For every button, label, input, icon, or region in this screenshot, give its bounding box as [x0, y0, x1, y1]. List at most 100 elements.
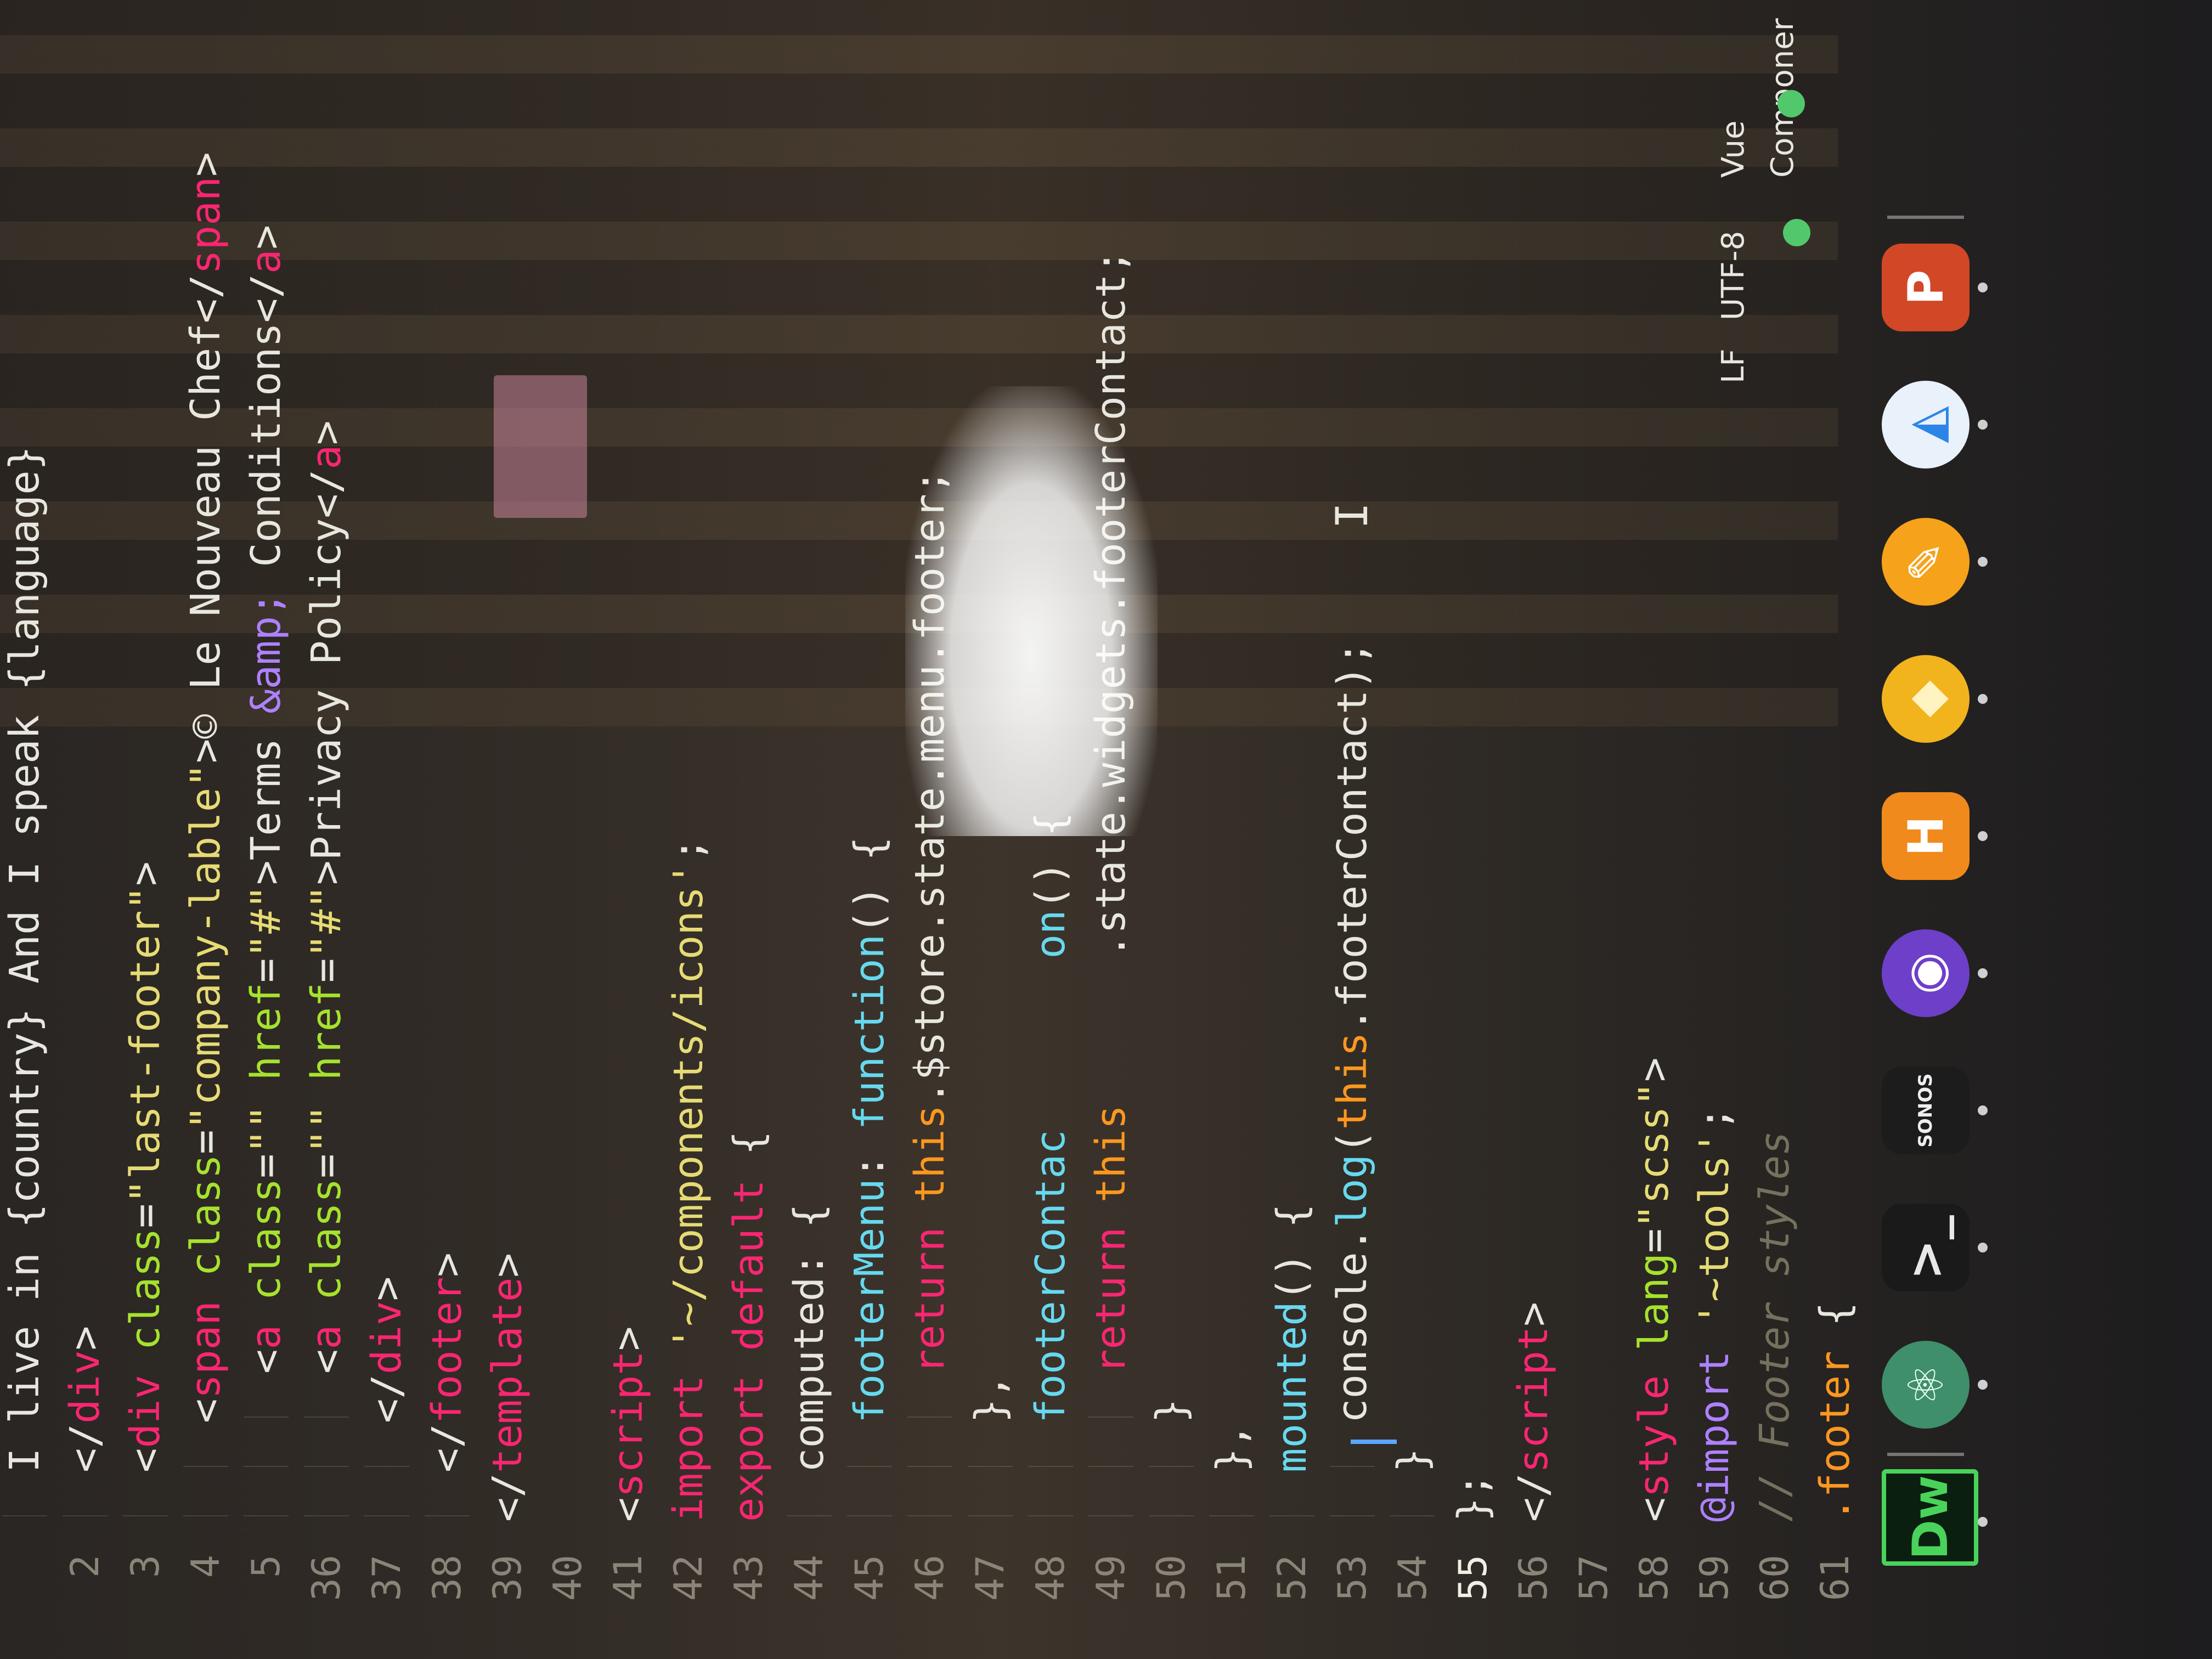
code-line[interactable]: 50} [1141, 0, 1201, 1659]
line-number: 41 [606, 1555, 651, 1601]
line-number: 61 [1813, 1555, 1858, 1601]
code-token: .footer [1812, 1351, 1859, 1522]
code-line[interactable]: 58 <style lang="scss"> [1624, 0, 1684, 1659]
encoding-indicator[interactable]: UTF-8 [1709, 231, 1758, 320]
line-ending-indicator[interactable]: LF [1709, 349, 1758, 383]
line-number: 44 [787, 1555, 832, 1601]
code-line[interactable]: 53 console.log(this.footerContact); [1322, 0, 1383, 1659]
dock-app-powerpoint-icon[interactable]: P [1882, 244, 1970, 331]
line-number: 5 [244, 1555, 289, 1578]
indent-guide [123, 1515, 168, 1516]
line-number: 58 [1632, 1555, 1677, 1601]
code-editor[interactable]: I live in {country} And I speak {languag… [0, 0, 1860, 1659]
monitor-screen: I live in {country} And I speak {languag… [0, 0, 2212, 1659]
code-line[interactable]: 57 [1564, 0, 1624, 1659]
code-line[interactable]: 4 <span class="company-lable">© Le Nouvea… [176, 0, 236, 1659]
dock-app-terminal-icon[interactable]: >_ [1882, 1204, 1970, 1291]
code-line[interactable]: 37 </div> [357, 0, 417, 1659]
line-number: 48 [1028, 1555, 1073, 1601]
code-line[interactable]: 2 </div> [55, 0, 115, 1659]
line-number: 42 [666, 1555, 711, 1601]
code-token: () { [846, 836, 893, 934]
running-indicator [1978, 694, 1988, 704]
code-token: href [303, 983, 350, 1105]
code-token: a [303, 444, 350, 470]
indent-guide [1028, 1466, 1073, 1467]
code-token: div [61, 1350, 109, 1424]
code-token: . [1329, 1227, 1376, 1252]
code-token: div [363, 1301, 410, 1374]
code-token: > [363, 1276, 410, 1301]
line-number: 50 [1149, 1555, 1194, 1601]
code-token: mounted [1268, 1301, 1316, 1472]
dock-app-label: P [1897, 269, 1954, 306]
code-token: ( [1329, 1130, 1376, 1154]
code-token: a [242, 249, 290, 274]
code-line[interactable]: 47}, [960, 0, 1020, 1659]
indent-guide [1390, 1515, 1435, 1516]
code-line[interactable]: 3 <div class="last-footer"> [115, 0, 176, 1659]
code-text: footerContac on() { [1020, 812, 1081, 1423]
code-line[interactable]: 56 </script> [1503, 0, 1564, 1659]
code-line[interactable]: 55}; [1443, 0, 1503, 1659]
code-line[interactable]: 51}, [1201, 0, 1262, 1659]
code-line[interactable]: 39 </template> [477, 0, 538, 1659]
code-token: = [303, 958, 350, 983]
code-text: <script> [598, 1327, 658, 1522]
code-line[interactable]: 52 mounted() { [1262, 0, 1322, 1659]
code-line[interactable]: I live in {country} And I speak {languag… [0, 0, 55, 1659]
dock-app-sketch-icon[interactable]: ◆ [1882, 655, 1970, 743]
code-text: </script> [1503, 1302, 1564, 1522]
code-line[interactable]: 38 </footer> [417, 0, 477, 1659]
code-line[interactable]: 54} [1383, 0, 1443, 1659]
line-number: 3 [123, 1555, 168, 1578]
code-text: .footer { [1805, 1302, 1865, 1522]
code-token: < [1630, 1497, 1678, 1522]
code-line[interactable]: 61 .footer { [1805, 0, 1865, 1659]
dock-app-dreamweaver-icon[interactable]: Dw [1882, 1469, 1978, 1566]
code-token: span [182, 176, 229, 275]
dock-separator [1887, 216, 1964, 219]
indent-guide [425, 1515, 470, 1516]
dock-app-atom-icon[interactable]: ⚛ [1882, 1341, 1970, 1429]
indent-guide [907, 1515, 952, 1516]
code-text: </template> [477, 1253, 538, 1522]
indent-guide [907, 1417, 952, 1418]
code-line[interactable]: 48 footerContac on() { [1020, 0, 1081, 1659]
code-token: .footerContact); [1329, 641, 1376, 1032]
code-token: function [846, 934, 893, 1130]
code-text: import '~/components/icons'; [658, 838, 719, 1522]
dock-app-hype-icon[interactable]: H [1882, 792, 1970, 880]
indent-guide [304, 1466, 349, 1467]
dock-app-github-desktop-icon[interactable]: ◉ [1882, 929, 1970, 1017]
code-token: >Privacy Policy</ [303, 469, 350, 885]
code-token: = [182, 1130, 229, 1154]
code-line[interactable]: 46 return this.$store.state.menu.footer; [900, 0, 960, 1659]
code-line[interactable]: 5 <a class="" href="#">Terms &amp; Condit… [236, 0, 296, 1659]
code-line[interactable]: 40 [538, 0, 598, 1659]
code-line[interactable]: 36 <a class="" href="#">Privacy Policy</a… [296, 0, 357, 1659]
code-text: return this.$store.state.menu.footer; [900, 470, 960, 1374]
code-token: "company-lable" [182, 763, 229, 1130]
code-line[interactable]: 42 import '~/components/icons'; [658, 0, 719, 1659]
sync-status-icon[interactable] [1778, 90, 1805, 117]
dock-app-pencil-app-icon[interactable]: ✎ [1882, 518, 1970, 606]
code-token: </ [424, 1423, 471, 1472]
code-token: footerMenu [846, 1178, 893, 1423]
code-line[interactable]: 43 export default { [719, 0, 779, 1659]
indent-guide [1149, 1466, 1194, 1467]
git-status-icon[interactable] [1783, 219, 1810, 246]
code-token: >Terms [242, 714, 290, 885]
grammar-selector[interactable]: Vue Componer [1709, 0, 1808, 178]
code-token: "last-footer" [122, 885, 169, 1204]
line-number: 57 [1571, 1555, 1616, 1601]
code-line[interactable]: 41 <script> [598, 0, 658, 1659]
code-line[interactable]: 44 computed: { [779, 0, 839, 1659]
code-line[interactable]: 49 return this .state.widgets.footerConta… [1081, 0, 1141, 1659]
code-token: class [182, 1154, 229, 1301]
code-line[interactable]: 45 footerMenu: function() { [839, 0, 900, 1659]
code-token: : [846, 1130, 893, 1179]
dock-app-prism-icon[interactable]: ◭ [1882, 381, 1970, 469]
dock-app-sonos-icon[interactable]: SONOS [1882, 1066, 1970, 1154]
